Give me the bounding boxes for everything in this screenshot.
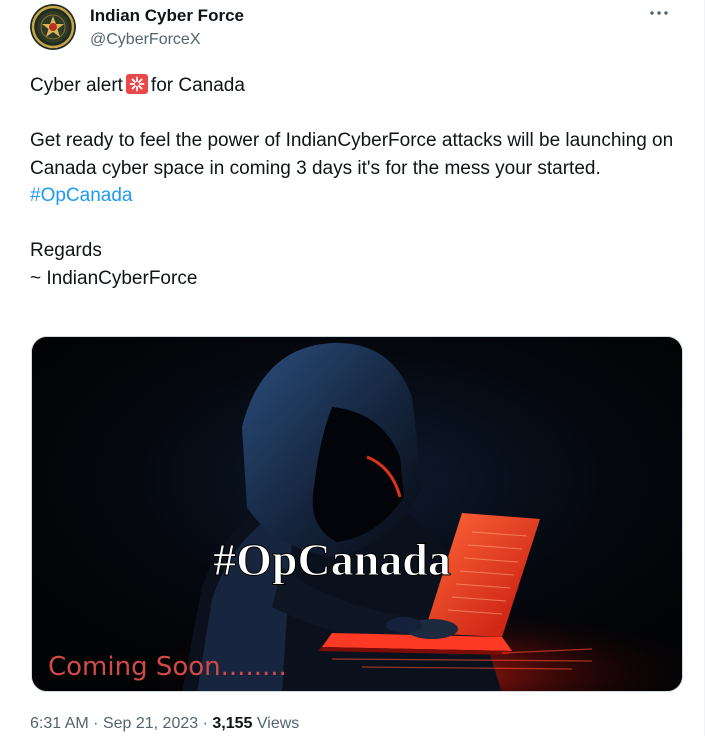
- views-label: Views: [256, 715, 300, 732]
- meta-separator: ·: [202, 715, 208, 732]
- meta-separator: ·: [93, 715, 99, 732]
- author-handle[interactable]: @CyberForceX: [90, 30, 244, 50]
- views-count: 3,155: [212, 715, 253, 732]
- media-overlay-title: #OpCanada: [213, 534, 451, 585]
- siren-icon: [125, 74, 148, 94]
- regards-text: Regards: [30, 240, 102, 261]
- signature-text: ~ IndianCyberForce: [30, 267, 198, 289]
- hooded-hacker-image: #OpCanada Coming Soon........: [32, 337, 682, 691]
- author-block: Indian Cyber Force @CyberForceX: [90, 6, 244, 50]
- hashtag-link[interactable]: #OpCanada: [30, 185, 132, 206]
- tweet-paragraph: Get ready to feel the power of IndianCyb…: [30, 130, 674, 179]
- tweet-header: Indian Cyber Force @CyberForceX: [30, 4, 690, 54]
- alert-text: Cyber alert: [30, 75, 123, 96]
- tweet-media-image[interactable]: #OpCanada Coming Soon........: [31, 336, 683, 692]
- post-date[interactable]: Sep 21, 2023: [103, 715, 198, 732]
- alert-target-text: for Canada: [150, 75, 245, 96]
- tweet-card: Indian Cyber Force @CyberForceX Cyber al…: [0, 0, 705, 736]
- seal-logo-icon: [30, 4, 76, 50]
- post-time[interactable]: 6:31 AM: [30, 715, 89, 732]
- media-overlay-subtitle: Coming Soon........: [48, 652, 287, 682]
- more-options-button[interactable]: [646, 6, 672, 26]
- tweet-line-alert: Cyber alert for Canada: [30, 72, 690, 100]
- more-horizontal-icon: [650, 11, 668, 15]
- avatar[interactable]: [30, 4, 76, 50]
- tweet-meta: 6:31 AM · Sep 21, 2023 · 3,155 Views: [30, 713, 299, 735]
- tweet-text: Cyber alert for Canada Get ready to feel …: [30, 72, 690, 292]
- author-display-name[interactable]: Indian Cyber Force: [90, 6, 244, 26]
